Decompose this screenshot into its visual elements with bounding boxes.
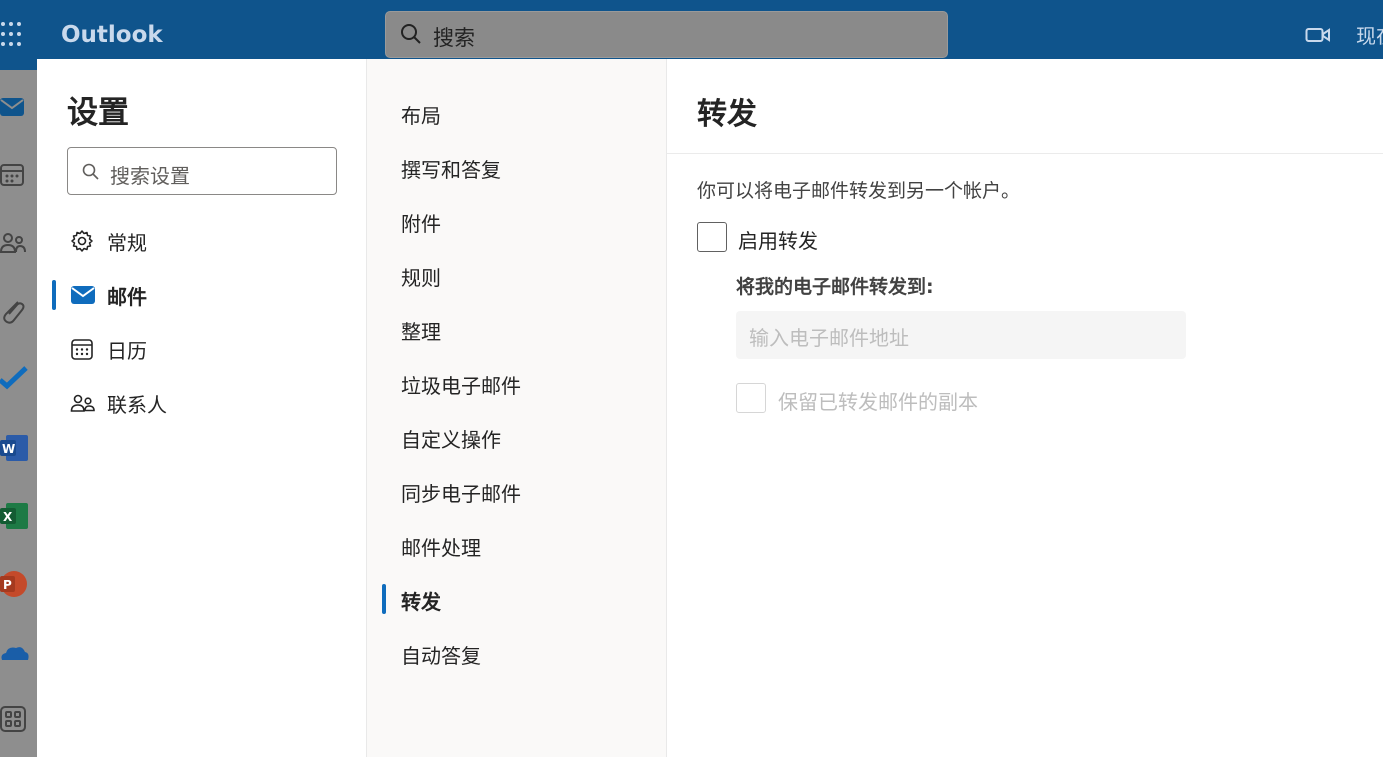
word-icon[interactable]: W bbox=[0, 432, 30, 462]
search-icon bbox=[82, 163, 99, 180]
category-label: 邮件 bbox=[107, 285, 147, 309]
settings-dialog: 设置 搜索设置 常规 邮件 日历 联系人 布局 撰写和答复 附件 规则 整理 垃… bbox=[37, 59, 1383, 757]
app-brand[interactable]: Outlook bbox=[61, 22, 163, 48]
app-launcher-icon[interactable] bbox=[0, 22, 26, 48]
meet-now-icon[interactable] bbox=[1305, 26, 1331, 44]
settings-title: 设置 bbox=[67, 95, 129, 131]
mail-icon bbox=[71, 286, 95, 304]
meet-now-label[interactable]: 现在 bbox=[1356, 20, 1383, 49]
todo-icon[interactable] bbox=[0, 364, 30, 394]
mail-sections-pane: 布局 撰写和答复 附件 规则 整理 垃圾电子邮件 自定义操作 同步电子邮件 邮件… bbox=[367, 59, 667, 757]
gear-icon bbox=[71, 230, 93, 252]
settings-categories-pane: 设置 搜索设置 常规 邮件 日历 联系人 bbox=[37, 59, 367, 757]
category-label: 联系人 bbox=[107, 393, 167, 417]
onedrive-icon[interactable] bbox=[0, 636, 30, 666]
svg-text:W: W bbox=[2, 442, 15, 456]
category-general[interactable]: 常规 bbox=[67, 221, 347, 261]
settings-search-input[interactable]: 搜索设置 bbox=[67, 147, 337, 195]
selected-indicator bbox=[382, 584, 386, 614]
global-search-box[interactable]: 搜索 bbox=[385, 11, 948, 58]
section-rules[interactable]: 规则 bbox=[401, 262, 441, 298]
category-label: 常规 bbox=[107, 231, 147, 255]
section-message-handling[interactable]: 邮件处理 bbox=[401, 532, 481, 568]
forward-to-label: 将我的电子邮件转发到: bbox=[736, 276, 934, 298]
enable-forwarding-checkbox[interactable] bbox=[697, 222, 727, 252]
section-compose-reply[interactable]: 撰写和答复 bbox=[401, 154, 501, 190]
section-layout[interactable]: 布局 bbox=[401, 100, 441, 136]
attachment-icon[interactable] bbox=[0, 296, 30, 326]
keep-copy-label[interactable]: 保留已转发邮件的副本 bbox=[778, 386, 978, 415]
divider bbox=[667, 153, 1383, 154]
mail-icon[interactable] bbox=[0, 92, 30, 122]
settings-search-placeholder: 搜索设置 bbox=[110, 164, 190, 188]
app-rail: W X P bbox=[0, 70, 37, 757]
powerpoint-icon[interactable]: P bbox=[0, 568, 30, 598]
category-people[interactable]: 联系人 bbox=[67, 383, 347, 423]
category-label: 日历 bbox=[107, 339, 147, 363]
category-mail[interactable]: 邮件 bbox=[67, 275, 347, 315]
section-attachments[interactable]: 附件 bbox=[401, 208, 441, 244]
forward-email-input[interactable]: 输入电子邮件地址 bbox=[736, 311, 1186, 359]
search-icon bbox=[401, 24, 421, 44]
forward-email-placeholder: 输入电子邮件地址 bbox=[749, 326, 909, 350]
keep-copy-checkbox[interactable] bbox=[736, 383, 766, 413]
people-icon bbox=[70, 394, 95, 412]
people-icon[interactable] bbox=[0, 228, 30, 258]
svg-text:P: P bbox=[3, 578, 12, 592]
forwarding-pane: 转发 你可以将电子邮件转发到另一个帐户。 启用转发 将我的电子邮件转发到: 输入… bbox=[667, 59, 1383, 757]
global-search-placeholder: 搜索 bbox=[433, 26, 475, 50]
section-automatic-replies[interactable]: 自动答复 bbox=[401, 640, 481, 676]
section-sync-email[interactable]: 同步电子邮件 bbox=[401, 478, 521, 514]
calendar-icon[interactable] bbox=[0, 160, 30, 190]
section-junk-email[interactable]: 垃圾电子邮件 bbox=[401, 370, 521, 406]
svg-text:X: X bbox=[3, 510, 13, 524]
enable-forwarding-label[interactable]: 启用转发 bbox=[738, 225, 818, 254]
section-customize-actions[interactable]: 自定义操作 bbox=[401, 424, 501, 460]
forwarding-description: 你可以将电子邮件转发到另一个帐户。 bbox=[697, 180, 1021, 202]
page-title: 转发 bbox=[697, 97, 757, 132]
more-apps-icon[interactable] bbox=[0, 704, 30, 734]
section-forwarding[interactable]: 转发 bbox=[401, 586, 441, 622]
calendar-icon bbox=[71, 339, 93, 360]
selected-indicator bbox=[52, 280, 56, 310]
excel-icon[interactable]: X bbox=[0, 500, 30, 530]
category-calendar[interactable]: 日历 bbox=[67, 329, 347, 369]
section-sweep[interactable]: 整理 bbox=[401, 316, 441, 352]
